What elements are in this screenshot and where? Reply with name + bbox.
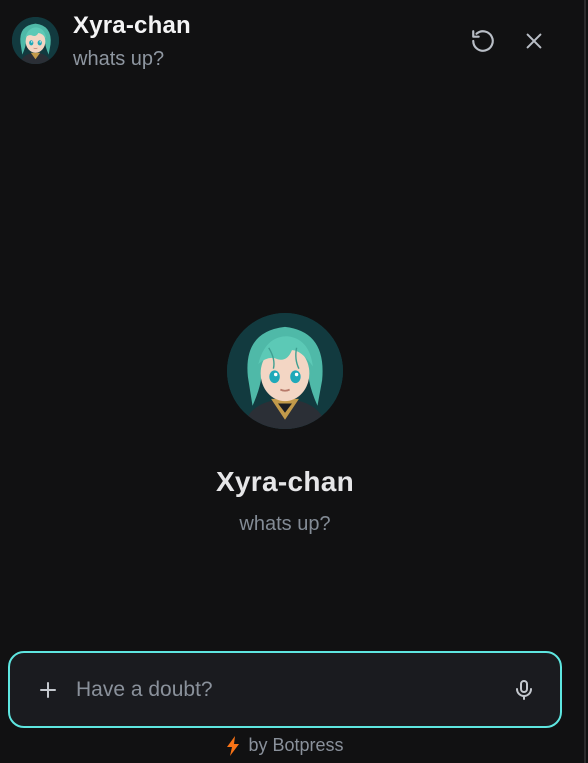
microphone-button[interactable] — [512, 677, 536, 703]
message-input[interactable] — [76, 673, 486, 707]
chat-window: Xyra-chan whats up? Xyra-chan whats up? … — [0, 0, 586, 763]
add-attachment-button[interactable] — [36, 678, 60, 702]
header-subtitle: whats up? — [73, 48, 165, 70]
close-button[interactable] — [517, 24, 551, 58]
refresh-icon — [472, 30, 494, 52]
chat-header: Xyra-chan whats up? — [0, 0, 586, 80]
footer-text: by Botpress — [248, 735, 344, 755]
header-avatar — [12, 17, 59, 64]
bolt-icon — [227, 735, 240, 756]
microphone-icon — [516, 680, 532, 700]
close-icon — [526, 33, 542, 49]
profile-name: Xyra-chan — [215, 466, 355, 497]
profile-subtitle: whats up? — [239, 513, 331, 535]
profile-avatar — [227, 313, 343, 429]
message-composer — [8, 651, 562, 728]
header-title: Xyra-chan — [73, 12, 191, 39]
refresh-button[interactable] — [466, 24, 500, 58]
plus-icon — [40, 682, 56, 698]
powered-by-footer[interactable]: by Botpress — [0, 735, 570, 756]
